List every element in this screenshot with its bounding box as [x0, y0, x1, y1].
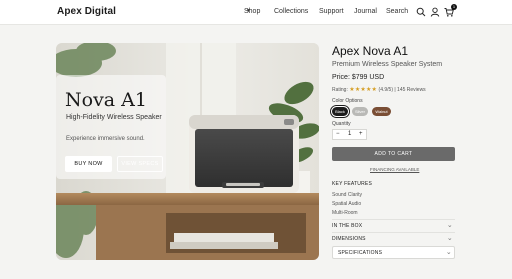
product-subtitle: Premium Wireless Speaker System [332, 61, 443, 68]
color-swatch-black[interactable]: Black [332, 107, 348, 116]
user-icon[interactable] [430, 7, 440, 17]
accordion-label: DIMENSIONS [332, 236, 366, 242]
quantity-stepper: − 1 + [332, 129, 367, 140]
view-specs-button[interactable]: VIEW SPECS [117, 156, 163, 172]
hero-title: Nova A1 [65, 89, 147, 111]
qty-value[interactable]: 1 [348, 131, 351, 137]
accordion-label: IN THE BOX [332, 223, 363, 229]
product-price: Price: $799 USD [332, 74, 385, 81]
color-swatch-walnut[interactable]: Walnut [372, 107, 391, 116]
hero-subtitle: High-Fidelity Wireless Speaker [66, 114, 162, 121]
star-rating-icon: ★★★★★ [349, 87, 378, 93]
chevron-down-icon: ⌄ [445, 249, 452, 256]
nav-collections[interactable]: Collections [274, 8, 308, 15]
hero-note: Experience immersive sound. [66, 136, 145, 142]
chevron-down-icon: ⌄ [446, 235, 453, 242]
accordion-dimensions[interactable]: DIMENSIONS ⌄ [332, 233, 455, 245]
nav-journal[interactable]: Journal [354, 8, 377, 15]
financing-link[interactable]: FINANCING AVAILABLE [370, 167, 419, 172]
chevron-down-icon: ▼ [246, 8, 251, 14]
feature-item: Spatial Audio [332, 201, 362, 207]
rating-text[interactable]: (4.9/5) | 145 Reviews [379, 87, 426, 93]
product-rating: Rating: ★★★★★ (4.9/5) | 145 Reviews [332, 86, 426, 93]
product-title: Apex Nova A1 [332, 44, 409, 58]
chevron-down-icon: ⌄ [446, 222, 453, 229]
key-features-title: KEY FEATURES [332, 181, 373, 187]
buy-now-button[interactable]: BUY NOW [65, 156, 112, 172]
feature-item: Sound Clarity [332, 192, 363, 198]
nav-support[interactable]: Support [319, 8, 344, 15]
brand-logo[interactable]: Apex Digital [57, 6, 116, 17]
color-swatch-silver[interactable]: Silver [352, 107, 368, 116]
search-icon[interactable] [416, 7, 426, 17]
site-header: Apex Digital Shop ▼ Collections Support J… [0, 0, 512, 25]
qty-increment-button[interactable]: + [359, 131, 363, 137]
cart-count-badge: 1 [451, 4, 457, 10]
feature-item: Multi-Room [332, 210, 358, 216]
accordion-label: SPECIFICATIONS [338, 250, 383, 256]
qty-decrement-button[interactable]: − [336, 131, 340, 137]
nav-search[interactable]: Search [386, 8, 408, 15]
quantity-label: Quantity [332, 121, 351, 127]
color-options-label: Color Options [332, 98, 363, 104]
rating-label: Rating: [332, 87, 348, 93]
accordion-specifications[interactable]: SPECIFICATIONS ⌄ [332, 246, 455, 259]
accordion-in-the-box[interactable]: IN THE BOX ⌄ [332, 220, 455, 232]
add-to-cart-button[interactable]: ADD TO CART [332, 147, 455, 161]
